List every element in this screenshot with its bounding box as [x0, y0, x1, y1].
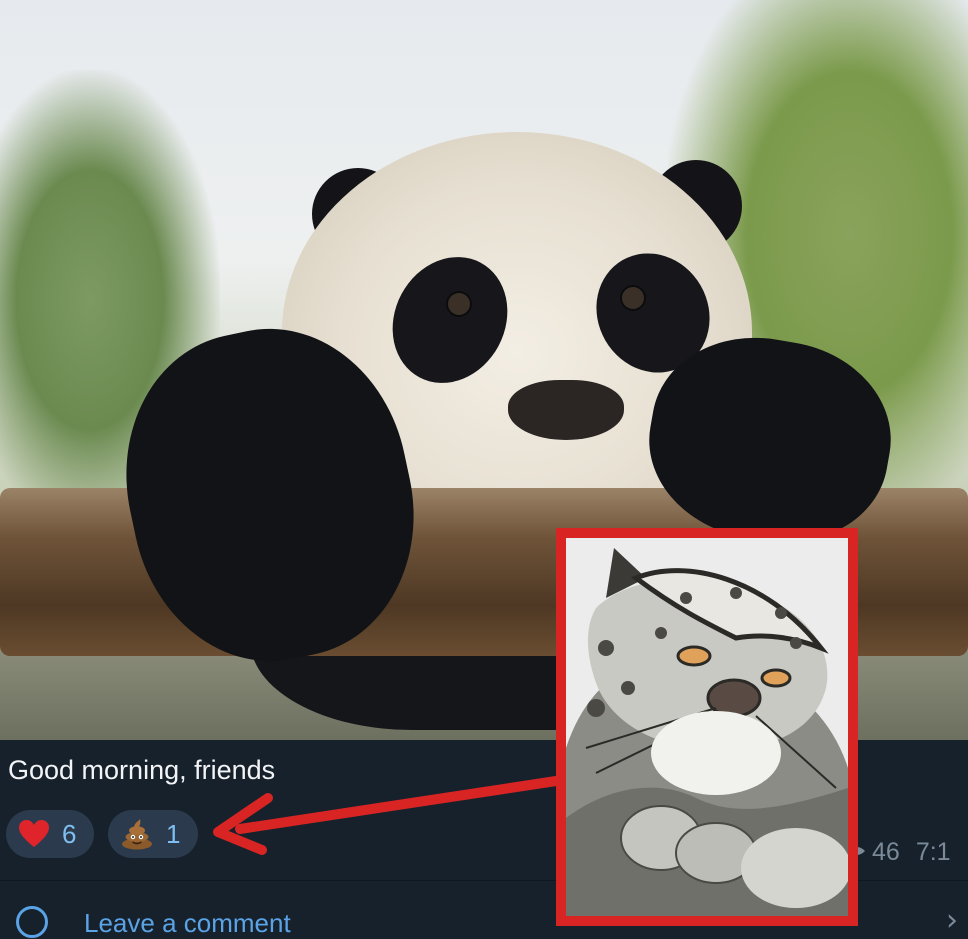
panda-eye-right	[622, 287, 644, 309]
reaction-poop-count: 1	[166, 818, 181, 849]
panda-nose	[508, 380, 624, 440]
heart-icon	[18, 819, 50, 849]
reaction-poop-button[interactable]: 1	[108, 810, 198, 858]
inset-meme-image	[556, 528, 858, 926]
post-time: 7:1	[915, 838, 951, 866]
reaction-heart-count: 6	[62, 818, 77, 849]
comment-circle-icon[interactable]	[16, 906, 48, 938]
chevron-right-icon[interactable]: ›	[946, 906, 958, 936]
reaction-heart-button[interactable]: 6	[6, 810, 94, 858]
pile-of-poo-icon	[120, 818, 154, 850]
leave-comment-link[interactable]: Leave a comment	[84, 908, 291, 939]
snow-leopard-illustration	[566, 538, 848, 916]
post-meta: 46 7:1	[848, 838, 951, 867]
panda-eye-left	[448, 293, 470, 315]
view-count: 46	[872, 838, 900, 866]
post-caption: Good morning, friends	[8, 755, 276, 785]
